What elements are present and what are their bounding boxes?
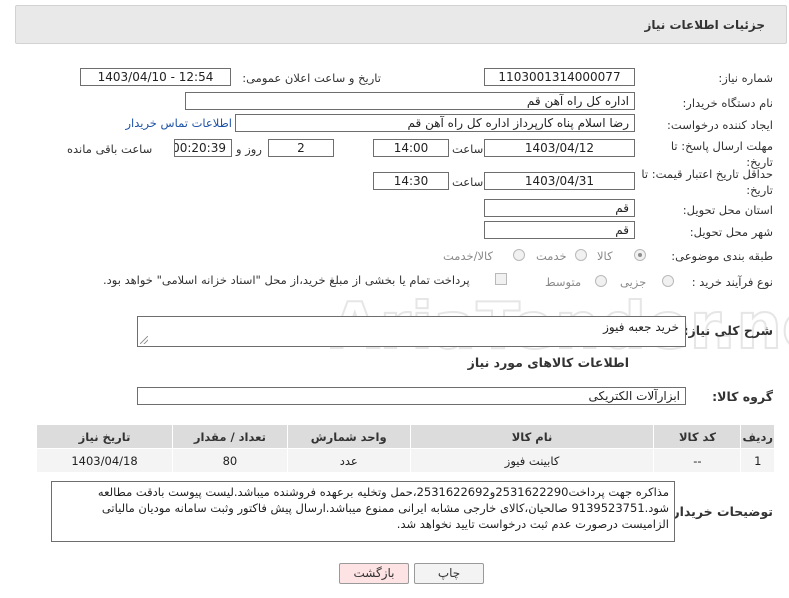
cell-need-date: 1403/04/18: [35, 448, 174, 473]
cell-unit: عدد: [286, 448, 411, 473]
process-label: نوع فرآیند خرید :: [691, 275, 773, 289]
remaining-time-label: ساعت باقی مانده: [67, 142, 153, 156]
col-item-code: کد کالا: [653, 424, 742, 449]
buyer-notes-text: مذاکره جهت پرداخت2531622290و2531622692،ح…: [97, 485, 669, 531]
page-title: جزئیات اطلاعات نیاز: [644, 18, 765, 32]
page-header: جزئیات اطلاعات نیاز: [15, 5, 787, 44]
days-label: روز و: [236, 142, 262, 156]
days-field: 2: [268, 139, 334, 157]
need-number-field: 1103001314000077: [484, 68, 635, 86]
buyer-contact-link[interactable]: اطلاعات تماس خریدار: [125, 116, 232, 130]
category-radio-goods-service[interactable]: [513, 249, 525, 261]
col-quantity: تعداد / مقدار: [172, 424, 288, 449]
buyer-notes-textarea: مذاکره جهت پرداخت2531622290و2531622692،ح…: [51, 481, 675, 542]
reply-time-field: 14:00: [373, 139, 449, 157]
creator-field: رضا اسلام پناه کارپرداز اداره کل راه آهن…: [235, 114, 635, 132]
description-text: خرید جعبه فیوز: [603, 320, 679, 334]
need-number-label: شماره نیاز:: [718, 71, 773, 85]
col-need-date: تاریخ نیاز: [35, 424, 174, 449]
cell-row-number: 1: [740, 448, 775, 473]
buyer-org-label: نام دستگاه خریدار:: [682, 96, 773, 110]
col-row-number: ردیف: [740, 424, 775, 449]
table-row: 1 -- کابینت فیوز عدد 80 1403/04/18: [35, 448, 775, 473]
goods-table: ردیف کد کالا نام کالا واحد شمارش تعداد /…: [35, 424, 775, 473]
treasury-payment-note: پرداخت تمام یا بخشی از مبلغ خرید،از محل …: [103, 273, 470, 287]
remaining-time-field: 00:20:39: [174, 139, 232, 157]
resize-handle-icon: [140, 336, 148, 344]
category-radio-goods[interactable]: [634, 249, 646, 261]
goods-table-header: ردیف کد کالا نام کالا واحد شمارش تعداد /…: [35, 424, 775, 449]
province-field: قم: [484, 199, 635, 217]
price-validity-date-field: 1403/04/31: [484, 172, 635, 190]
province-label: استان محل تحویل:: [682, 203, 773, 217]
category-option-goods-service: کالا/خدمت: [443, 249, 494, 263]
creator-label: ایجاد کننده درخواست:: [667, 118, 773, 132]
process-radio-minor[interactable]: [662, 275, 674, 287]
buyer-org-field: اداره کل راه آهن قم: [185, 92, 635, 110]
process-radio-medium[interactable]: [595, 275, 607, 287]
price-validity-label: حداقل تاریخ اعتبار قیمت: تا تاریخ:: [641, 167, 773, 197]
goods-group-label: گروه کالا:: [712, 389, 773, 404]
description-label: شرح کلی نیاز:: [683, 323, 773, 338]
price-validity-time-field: 14:30: [373, 172, 449, 190]
process-option-minor: جزیی: [620, 275, 647, 289]
buyer-notes-label: توضیحات خریدار:: [667, 504, 773, 519]
col-unit: واحد شمارش: [286, 424, 411, 449]
col-item-name: نام کالا: [409, 424, 655, 449]
city-field: قم: [484, 221, 635, 239]
process-option-medium: متوسط: [545, 275, 582, 289]
announce-date-field: 1403/04/10 - 12:54: [80, 68, 231, 86]
goods-group-field: ابزارآلات الکتریکی: [137, 387, 686, 405]
announce-date-label: تاریخ و ساعت اعلان عمومی:: [242, 71, 381, 85]
cell-quantity: 80: [172, 448, 288, 473]
print-button[interactable]: چاپ: [414, 563, 484, 584]
cell-item-code: --: [653, 448, 742, 473]
treasury-payment-checkbox[interactable]: [495, 273, 507, 285]
price-validity-time-label: ساعت: [452, 175, 484, 189]
reply-date-field: 1403/04/12: [484, 139, 635, 157]
category-radio-service[interactable]: [575, 249, 587, 261]
description-textarea: خرید جعبه فیوز: [137, 316, 686, 347]
category-label: طبقه بندی موضوعی:: [671, 249, 773, 263]
cell-item-name: کابینت فیوز: [409, 448, 655, 473]
city-label: شهر محل تحویل:: [689, 225, 773, 239]
back-button[interactable]: بازگشت: [339, 563, 409, 584]
category-option-goods: کالا: [597, 249, 613, 263]
category-option-service: خدمت: [536, 249, 567, 263]
reply-time-label: ساعت: [452, 142, 484, 156]
goods-section-title: اطلاعات کالاهای مورد نیاز: [467, 355, 629, 370]
